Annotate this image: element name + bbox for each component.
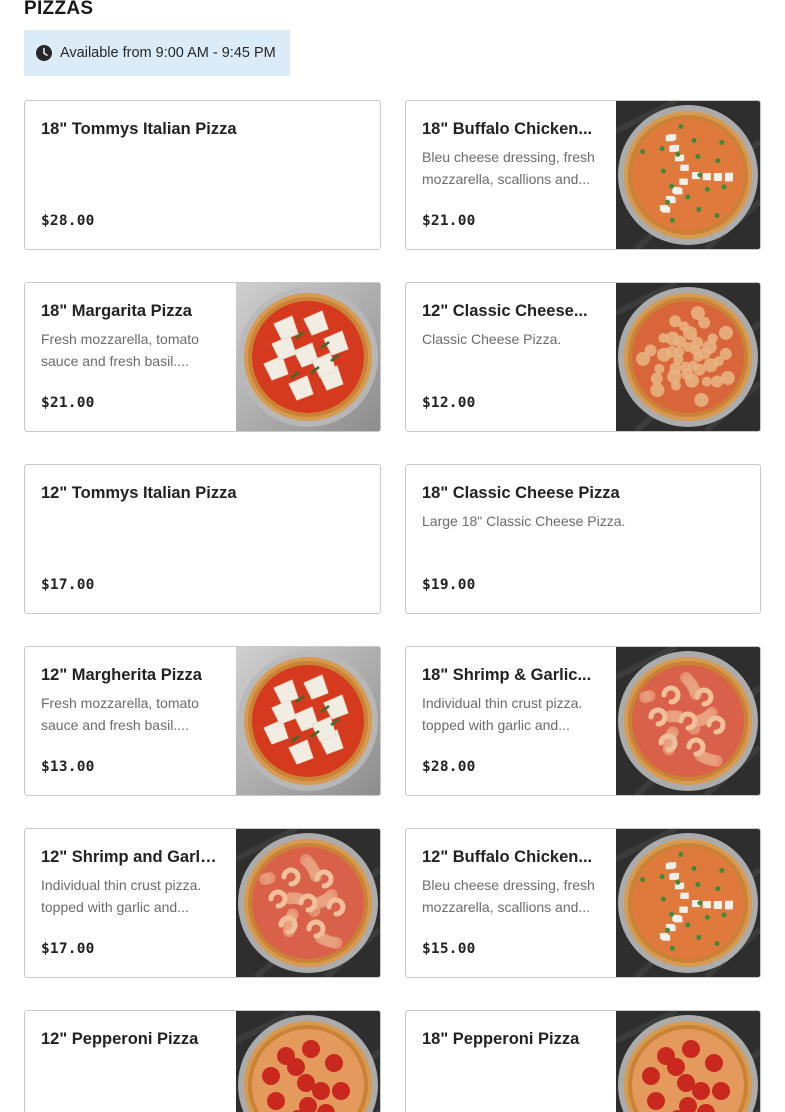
menu-item-card[interactable]: 12" Margherita Pizza Fresh mozzarella, to… — [24, 646, 381, 796]
menu-item-info: 12" Tommys Italian Pizza $17.00 — [41, 465, 364, 613]
pepperoni-pizza-image — [616, 1011, 760, 1112]
menu-item-price: $13.00 — [41, 759, 95, 775]
menu-item-price: $21.00 — [422, 213, 476, 229]
menu-item-info: 18" Tommys Italian Pizza $28.00 — [41, 101, 364, 249]
menu-item-price: $17.00 — [41, 941, 95, 957]
menu-item-card[interactable]: 18" Margarita Pizza Fresh mozzarella, tom… — [24, 282, 381, 432]
menu-item-card[interactable]: 18" Buffalo Chicken... Bleu cheese dressi… — [405, 100, 761, 250]
menu-item-name: 12" Pepperoni Pizza — [41, 1030, 199, 1048]
menu-item-card[interactable]: 12" Shrimp and Garlic... Individual thin … — [24, 828, 381, 978]
buffalo-pizza-image — [616, 101, 760, 249]
menu-item-name: 12" Shrimp and Garlic... — [41, 848, 220, 866]
margherita-pizza-image — [236, 647, 380, 795]
shrimp-pizza-image — [616, 647, 760, 795]
menu-item-description: Individual thin crust pizza. topped with… — [41, 877, 202, 915]
menu-item-info: 18" Shrimp & Garlic... Individual thin cr… — [422, 647, 600, 795]
availability-banner: Available from 9:00 AM - 9:45 PM — [24, 30, 290, 76]
menu-item-name: 12" Tommys Italian Pizza — [41, 484, 237, 502]
menu-item-card[interactable]: 12" Buffalo Chicken... Bleu cheese dressi… — [405, 828, 761, 978]
menu-item-name: 12" Margherita Pizza — [41, 666, 202, 684]
menu-item-name: 18" Margarita Pizza — [41, 302, 192, 320]
menu-item-name: 18" Buffalo Chicken... — [422, 120, 593, 138]
menu-item-price: $28.00 — [41, 213, 95, 229]
menu-item-name: 12" Buffalo Chicken... — [422, 848, 593, 866]
menu-item-price: $15.00 — [422, 941, 476, 957]
menu-item-description: Bleu cheese dressing, fresh mozzarella, … — [422, 149, 595, 187]
menu-item-price: $21.00 — [41, 395, 95, 411]
menu-item-name: 18" Tommys Italian Pizza — [41, 120, 237, 138]
menu-item-card[interactable]: 12" Tommys Italian Pizza $17.00 — [24, 464, 381, 614]
menu-item-price: $28.00 — [422, 759, 476, 775]
menu-item-info: 12" Buffalo Chicken... Bleu cheese dressi… — [422, 829, 600, 977]
menu-item-info: 12" Classic Cheese... Classic Cheese Pizz… — [422, 283, 600, 431]
menu-item-name: 18" Pepperoni Pizza — [422, 1030, 580, 1048]
menu-item-info: 18" Pepperoni Pizza — [422, 1011, 600, 1112]
menu-items-grid: 18" Tommys Italian Pizza $28.00 18" Buffal… — [24, 100, 761, 1112]
menu-item-price: $19.00 — [422, 577, 476, 593]
menu-item-card[interactable]: 18" Classic Cheese Pizza Large 18" Classi… — [405, 464, 761, 614]
menu-item-name: 18" Classic Cheese Pizza — [422, 484, 620, 502]
menu-item-info: 12" Shrimp and Garlic... Individual thin … — [41, 829, 220, 977]
menu-item-info: 18" Margarita Pizza Fresh mozzarella, tom… — [41, 283, 220, 431]
menu-item-price: $17.00 — [41, 577, 95, 593]
menu-item-card[interactable]: 18" Pepperoni Pizza — [405, 1010, 761, 1112]
clock-icon — [36, 45, 52, 61]
menu-item-description: Bleu cheese dressing, fresh mozzarella, … — [422, 877, 595, 915]
cheese-pizza-image — [616, 283, 760, 431]
menu-item-description: Large 18" Classic Cheese Pizza. — [422, 513, 626, 529]
menu-item-info: 12" Margherita Pizza Fresh mozzarella, to… — [41, 647, 220, 795]
buffalo-pizza-image — [616, 829, 760, 977]
margherita-pizza-image — [236, 283, 380, 431]
menu-item-description: Fresh mozzarella, tomato sauce and fresh… — [41, 695, 199, 733]
menu-item-info: 18" Classic Cheese Pizza Large 18" Classi… — [422, 465, 744, 613]
menu-item-description: Individual thin crust pizza. topped with… — [422, 695, 583, 733]
menu-item-info: 18" Buffalo Chicken... Bleu cheese dressi… — [422, 101, 600, 249]
menu-item-card[interactable]: 18" Shrimp & Garlic... Individual thin cr… — [405, 646, 761, 796]
availability-text: Available from 9:00 AM - 9:45 PM — [60, 45, 276, 61]
menu-item-card[interactable]: 12" Classic Cheese... Classic Cheese Pizz… — [405, 282, 761, 432]
menu-item-card[interactable]: 18" Tommys Italian Pizza $28.00 — [24, 100, 381, 250]
shrimp-pizza-image — [236, 829, 380, 977]
pepperoni-pizza-image — [236, 1011, 380, 1112]
menu-item-info: 12" Pepperoni Pizza — [41, 1011, 220, 1112]
menu-item-name: 12" Classic Cheese... — [422, 302, 588, 320]
menu-item-description: Classic Cheese Pizza. — [422, 331, 562, 347]
section-title: PIZZAS — [24, 0, 94, 19]
menu-item-description: Fresh mozzarella, tomato sauce and fresh… — [41, 331, 199, 369]
menu-item-card[interactable]: 12" Pepperoni Pizza — [24, 1010, 381, 1112]
menu-item-price: $12.00 — [422, 395, 476, 411]
menu-item-name: 18" Shrimp & Garlic... — [422, 666, 592, 684]
